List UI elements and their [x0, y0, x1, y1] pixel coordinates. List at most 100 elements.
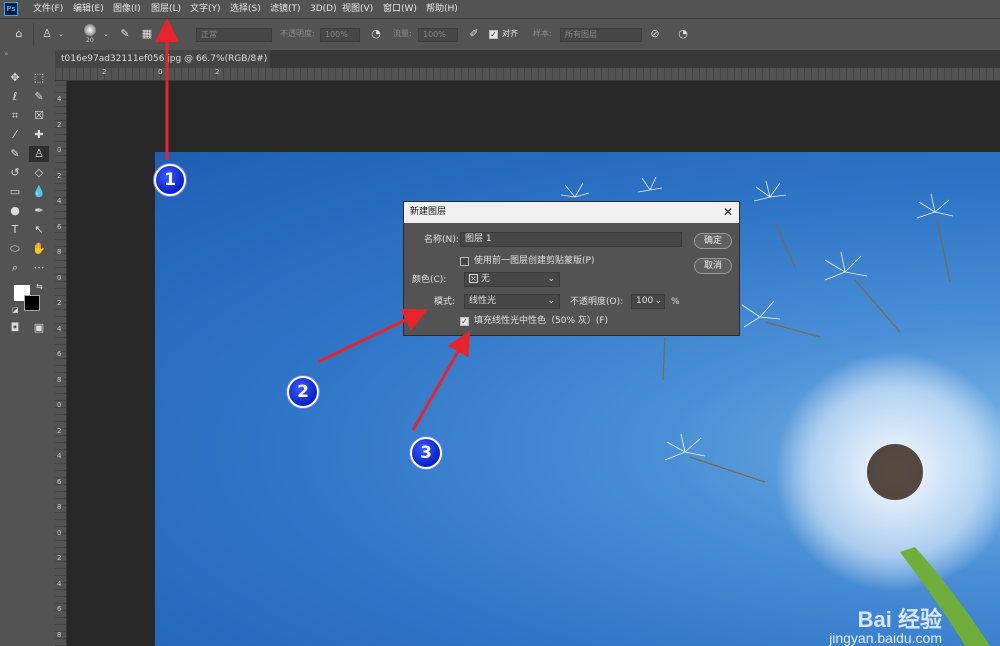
document-tab-label: t016e97ad32111ef056.jpg @ 66.7%(RGB/8#) … — [61, 54, 270, 64]
path-selection-tool-icon[interactable]: ↖ — [31, 222, 47, 238]
sample-select[interactable]: 所有图层 — [560, 28, 642, 42]
dialog-title: 新建图层 — [410, 207, 447, 217]
watermark-url: jingyan.baidu.com — [829, 630, 942, 646]
background-color-swatch[interactable] — [24, 295, 40, 311]
opacity-value: 100 — [636, 296, 654, 306]
menu-filter[interactable]: 滤镜(T) — [270, 0, 301, 18]
color-value: 无 — [480, 274, 490, 284]
chevron-down-icon: ⌄ — [547, 274, 555, 284]
flow-input[interactable]: 100% — [418, 28, 458, 42]
swap-colors-icon[interactable]: ⇆ — [36, 282, 43, 291]
dodge-tool-icon[interactable]: ● — [7, 203, 23, 219]
opacity-input[interactable]: 100% — [320, 28, 360, 42]
ruler-label: 8 — [57, 375, 62, 384]
ok-button[interactable]: 确定 — [694, 233, 732, 249]
menu-edit[interactable]: 编辑(E) — [73, 0, 104, 18]
flow-label: 流量: — [393, 29, 412, 38]
menu-file[interactable]: 文件(F) — [33, 0, 63, 18]
menu-window[interactable]: 窗口(W) — [383, 0, 417, 18]
clone-stamp-tool-icon[interactable]: ♙ — [40, 27, 54, 41]
brush-tool-icon[interactable]: ✎ — [7, 146, 23, 162]
pen-tool-icon[interactable]: ✒ — [31, 203, 47, 219]
hand-tool-icon[interactable]: ✋ — [31, 241, 47, 257]
cancel-button[interactable]: 取消 — [694, 258, 732, 274]
screen-mode-icon[interactable]: ▣ — [31, 320, 47, 336]
mode-label: 模式: — [434, 297, 456, 307]
horizontal-ruler: 2 0 2 — [55, 68, 1000, 81]
clip-mask-checkbox[interactable] — [460, 257, 469, 266]
no-color-icon: × — [469, 274, 478, 283]
history-brush-tool-icon[interactable]: ↺ — [7, 165, 23, 181]
eyedropper-tool-icon[interactable]: ⁄ — [7, 127, 23, 143]
menu-select[interactable]: 选择(S) — [230, 0, 261, 18]
airbrush-icon[interactable]: ✐ — [467, 27, 481, 41]
clip-mask-label: 使用前一图层创建剪贴蒙版(P) — [474, 256, 595, 266]
more-tools-icon[interactable]: ⋯ — [31, 260, 47, 276]
dialog-titlebar[interactable]: 新建图层 ✕ — [404, 202, 739, 223]
home-icon[interactable]: ⌂ — [12, 27, 26, 41]
chevron-down-icon[interactable]: ⌄ — [56, 27, 66, 41]
ruler-label: 8 — [57, 248, 62, 256]
name-field[interactable]: 图层 1 — [460, 232, 682, 247]
move-tool-icon[interactable]: ✥ — [7, 70, 23, 86]
mode-label: ℹ — [160, 29, 164, 38]
close-icon[interactable]: ✕ — [723, 202, 733, 223]
gradient-tool-icon[interactable]: ▭ — [7, 184, 23, 200]
marquee-tool-icon[interactable]: ⬚ — [31, 70, 47, 86]
ruler-label: 2 — [57, 426, 62, 435]
clone-stamp-tool-icon[interactable]: ♙ — [29, 146, 49, 162]
ignore-adjustment-layers-icon[interactable]: ⊘ — [648, 27, 662, 41]
clone-source-icon[interactable]: ▦ — [140, 27, 154, 41]
crop-tool-icon[interactable]: ⌗ — [7, 108, 23, 124]
eraser-tool-icon[interactable]: ◇ — [31, 165, 47, 181]
healing-brush-tool-icon[interactable]: ✚ — [31, 127, 47, 143]
name-value: 图层 1 — [465, 234, 492, 244]
ruler-ticks — [55, 68, 1000, 80]
collapse-panel-icon[interactable]: » — [4, 50, 8, 58]
ruler-label: 0 — [57, 146, 62, 154]
menu-help[interactable]: 帮助(H) — [426, 0, 458, 18]
chevron-down-icon[interactable]: ⌄ — [101, 27, 111, 41]
ruler-label: 4 — [57, 95, 62, 103]
shape-tool-icon[interactable]: ⬭ — [7, 241, 23, 257]
ruler-label: 0 — [57, 401, 62, 409]
ruler-label: 6 — [57, 350, 62, 358]
brush-preview-icon[interactable] — [84, 24, 96, 36]
menu-3d[interactable]: 3D(D) — [310, 0, 337, 18]
zoom-tool-icon[interactable]: ⌕ — [7, 260, 23, 276]
type-tool-icon[interactable]: T — [7, 222, 23, 238]
opacity-label: 不透明度: — [280, 29, 315, 38]
brush-settings-icon[interactable]: ✎ — [118, 27, 132, 41]
photoshop-logo-icon[interactable]: Ps — [4, 2, 18, 16]
color-label: 颜色(C): — [412, 275, 447, 285]
pressure-size-icon[interactable]: ◔ — [676, 27, 690, 41]
ruler-label: 2 — [57, 171, 62, 180]
blur-tool-icon[interactable]: 💧 — [31, 184, 47, 200]
menu-view[interactable]: 视图(V) — [342, 0, 373, 18]
quick-mask-icon[interactable]: ◘ — [7, 320, 23, 336]
mode-select[interactable]: 正常 — [196, 28, 272, 42]
color-select[interactable]: × 无 ⌄ — [464, 272, 560, 287]
new-layer-dialog: 新建图层 ✕ 名称(N): 图层 1 确定 使用前一图层创建剪贴蒙版(P) 取消… — [403, 201, 740, 336]
opacity-input[interactable]: 100 ⌄ — [631, 294, 665, 309]
opacity-unit: % — [671, 297, 680, 307]
menu-type[interactable]: 文字(Y) — [190, 0, 221, 18]
pressure-opacity-icon[interactable]: ◔ — [369, 27, 383, 41]
options-bar: ⌂ ♙ ⌄ 20 ⌄ ✎ ▦ ℹ 正常 不透明度: 100% ◔ 流量: 100… — [0, 18, 1000, 51]
menu-layer[interactable]: 图层(L) — [151, 0, 181, 18]
fill-neutral-checkbox[interactable]: ✓ — [460, 317, 469, 326]
lasso-tool-icon[interactable]: ℓ — [7, 89, 23, 105]
step-marker-3: 3 — [410, 437, 442, 469]
quick-select-tool-icon[interactable]: ✎ — [31, 89, 47, 105]
align-checkbox[interactable]: ✓ — [489, 30, 498, 39]
ruler-label: 2 — [57, 554, 62, 562]
ruler-label: 0 — [158, 68, 163, 76]
default-colors-icon[interactable]: ◪ — [12, 306, 19, 314]
flow-value: 100% — [423, 30, 446, 39]
document-tab[interactable]: t016e97ad32111ef056.jpg @ 66.7%(RGB/8#) … — [55, 50, 270, 68]
frame-tool-icon[interactable]: ☒ — [31, 108, 47, 124]
mode-select[interactable]: 线性光 ⌄ — [464, 294, 560, 309]
tools-panel: » ✥ ⬚ ℓ ✎ ⌗ ☒ ⁄ ✚ ✎ ♙ ↺ ◇ ▭ 💧 ● ✒ T ↖ ⬭ … — [0, 50, 55, 646]
ruler-label: 4 — [57, 197, 62, 205]
menu-image[interactable]: 图像(I) — [113, 0, 141, 18]
